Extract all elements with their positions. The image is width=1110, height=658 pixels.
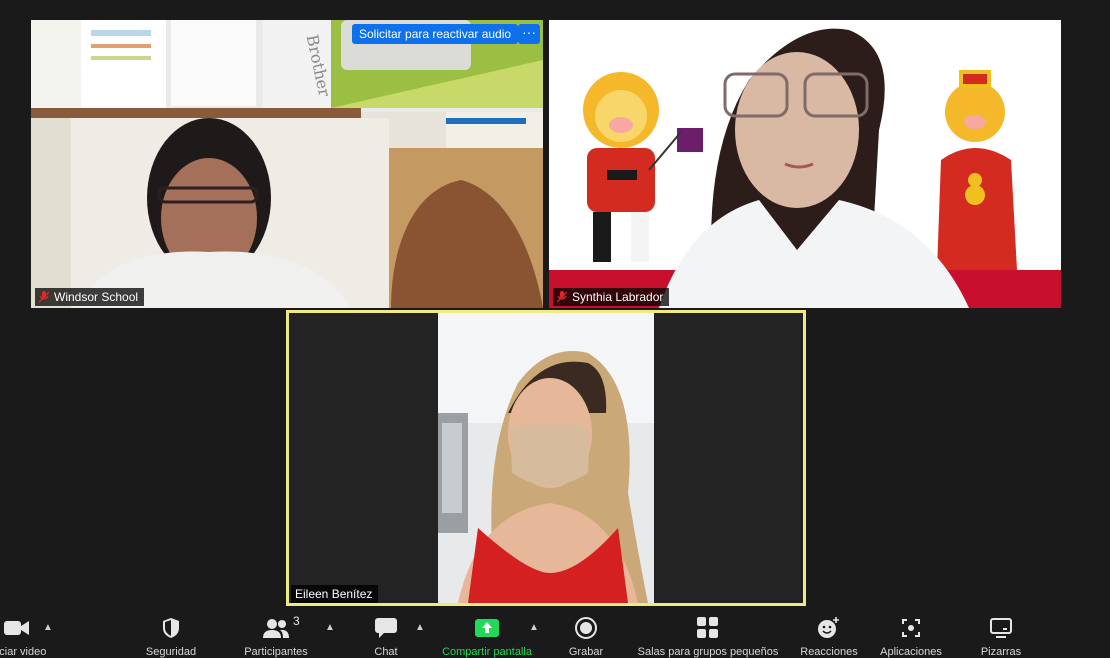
chat-options-caret-icon[interactable]: ▲ <box>415 622 425 633</box>
participant-name: Windsor School <box>54 290 139 304</box>
participant-name-tag: Eileen Benítez <box>291 585 379 603</box>
share-options-caret-icon[interactable]: ▲ <box>529 622 539 633</box>
video-camera-icon <box>4 616 30 640</box>
toolbar-label: Aplicaciones <box>880 646 942 658</box>
apps-icon <box>898 616 924 640</box>
microphone-muted-icon <box>38 291 50 303</box>
toolbar-label: Grabar <box>568 646 604 658</box>
breakout-rooms-button[interactable]: Salas para grupos pequeños <box>630 612 786 658</box>
apps-button[interactable]: Aplicaciones <box>872 612 950 658</box>
more-options-button[interactable]: ··· <box>518 24 540 44</box>
participant-video <box>549 20 1061 308</box>
toolbar-label: Iniciar video <box>0 646 47 658</box>
record-button[interactable]: Grabar <box>556 612 616 658</box>
participants-button[interactable]: 3 Participantes <box>236 612 316 658</box>
video-options-caret-icon[interactable]: ▲ <box>43 622 53 633</box>
start-video-button[interactable]: Iniciar video <box>0 612 52 658</box>
request-unmute-button[interactable]: Solicitar para reactivar audio <box>352 24 519 44</box>
security-button[interactable]: Seguridad <box>136 612 206 658</box>
microphone-muted-icon <box>556 291 568 303</box>
video-tile-windsor-school[interactable]: Brother Windsor School <box>31 20 543 308</box>
toolbar-label: Reacciones <box>800 646 858 658</box>
participant-name: Eileen Benítez <box>295 587 373 601</box>
toolbar-label: Chat <box>374 646 398 658</box>
participant-name-tag: Windsor School <box>35 288 145 306</box>
participants-options-caret-icon[interactable]: ▲ <box>325 622 335 633</box>
participant-name: Synthia Labrador <box>572 290 664 304</box>
participant-video <box>31 20 543 308</box>
toolbar-label: Seguridad <box>145 646 197 658</box>
video-tile-eileen-benitez[interactable]: Eileen Benítez <box>286 310 806 606</box>
participant-name-tag: Synthia Labrador <box>553 288 670 306</box>
chat-bubble-icon <box>373 616 399 640</box>
toolbar-label: Compartir pantalla <box>442 646 532 658</box>
share-screen-icon <box>474 616 500 640</box>
whiteboard-icon <box>988 616 1014 640</box>
meeting-toolbar: Iniciar video ▲ Seguridad 3 Participante… <box>0 612 1110 658</box>
participant-video <box>438 313 654 603</box>
share-screen-button[interactable]: Compartir pantalla <box>432 612 542 658</box>
record-icon <box>573 616 599 640</box>
people-icon: 3 <box>263 614 300 640</box>
participants-count: 3 <box>293 614 300 628</box>
toolbar-label: Pizarras <box>980 646 1022 658</box>
video-tile-synthia-labrador[interactable]: Synthia Labrador <box>549 20 1061 308</box>
toolbar-label: Salas para grupos pequeños <box>637 646 779 658</box>
shield-icon <box>158 616 184 640</box>
whiteboards-button[interactable]: Pizarras <box>966 612 1036 658</box>
grid-icon <box>695 616 721 640</box>
chat-button[interactable]: Chat <box>356 612 416 658</box>
toolbar-label: Participantes <box>244 646 308 658</box>
smiley-plus-icon <box>816 616 842 640</box>
reactions-button[interactable]: Reacciones <box>794 612 864 658</box>
